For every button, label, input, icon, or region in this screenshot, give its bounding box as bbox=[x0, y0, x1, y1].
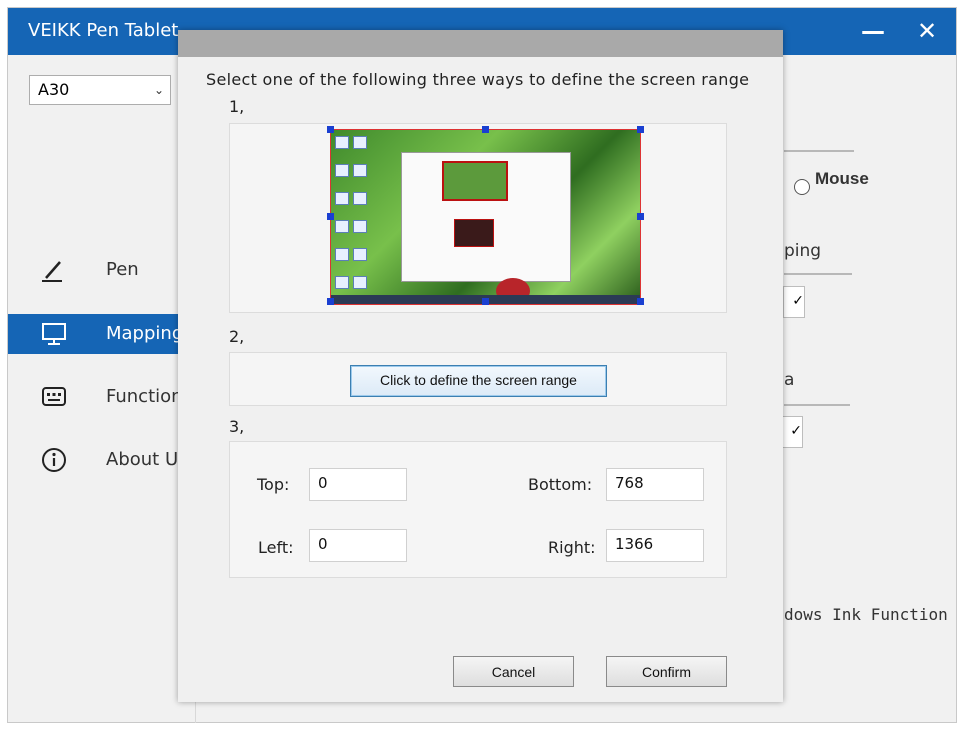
resize-handle-top-right[interactable] bbox=[637, 126, 644, 133]
windows-ink-label: dows Ink Function bbox=[784, 605, 948, 624]
left-label: Left: bbox=[258, 538, 294, 557]
resize-handle-top[interactable] bbox=[482, 126, 489, 133]
step-1-label: 1, bbox=[229, 97, 245, 116]
cancel-button[interactable]: Cancel bbox=[453, 656, 574, 687]
desktop-icons bbox=[333, 134, 377, 304]
left-input[interactable]: 0 bbox=[309, 529, 407, 562]
sidebar-item-label: Mapping bbox=[106, 323, 184, 344]
screen-range-dialog: Select one of the following three ways t… bbox=[178, 30, 783, 702]
step-2-label: 2, bbox=[229, 327, 245, 346]
right-label: Right: bbox=[548, 538, 596, 557]
dialog-title-bar[interactable] bbox=[178, 30, 783, 57]
resize-handle-bottom[interactable] bbox=[482, 298, 489, 305]
mapping-section-label: ping bbox=[784, 241, 822, 261]
top-input[interactable]: 0 bbox=[309, 468, 407, 501]
chevron-down-icon: ⌄ bbox=[153, 83, 164, 97]
info-icon bbox=[42, 448, 66, 472]
confirm-button[interactable]: Confirm bbox=[606, 656, 727, 687]
sidebar-item-function[interactable]: Function bbox=[8, 377, 196, 417]
resize-handle-bottom-left[interactable] bbox=[327, 298, 334, 305]
area-section-label: a bbox=[784, 370, 795, 390]
top-label: Top: bbox=[257, 475, 290, 494]
sidebar-item-label: About Us bbox=[106, 449, 188, 470]
resize-handle-right[interactable] bbox=[637, 213, 644, 220]
section-divider bbox=[784, 273, 852, 275]
sidebar-item-pen[interactable]: Pen bbox=[8, 250, 196, 290]
device-select-value: A30 bbox=[38, 80, 70, 99]
section-divider bbox=[784, 150, 854, 152]
bottom-label: Bottom: bbox=[528, 475, 593, 494]
close-button[interactable]: ✕ bbox=[910, 16, 944, 46]
mouse-radio[interactable] bbox=[794, 179, 810, 195]
section-divider bbox=[784, 404, 850, 406]
pen-icon bbox=[42, 261, 62, 282]
dialog-heading: Select one of the following three ways t… bbox=[206, 70, 750, 89]
app-title: VEIKK Pen Tablet bbox=[28, 20, 179, 41]
sidebar-item-mapping[interactable]: Mapping bbox=[8, 314, 196, 354]
preview-app-window bbox=[401, 152, 571, 282]
resize-handle-bottom-right[interactable] bbox=[637, 298, 644, 305]
keyboard-icon bbox=[42, 387, 66, 406]
resize-handle-left[interactable] bbox=[327, 213, 334, 220]
device-select[interactable]: A30 ⌄ bbox=[29, 75, 171, 105]
minimize-button[interactable]: — bbox=[856, 16, 890, 46]
mouse-label: Mouse bbox=[815, 169, 869, 188]
sidebar-item-label: Function bbox=[106, 386, 183, 407]
screen-preview[interactable] bbox=[330, 129, 641, 305]
monitor-icon bbox=[42, 323, 66, 345]
sidebar-item-label: Pen bbox=[106, 259, 139, 280]
define-screen-range-button[interactable]: Click to define the screen range bbox=[350, 365, 607, 397]
sidebar-item-about-us[interactable]: About Us bbox=[8, 440, 196, 480]
step-3-label: 3, bbox=[229, 417, 245, 436]
right-input[interactable]: 1366 bbox=[606, 529, 704, 562]
mapping-checkbox[interactable]: ✓ bbox=[783, 286, 805, 318]
area-checkbox[interactable]: ✓ bbox=[781, 416, 803, 448]
bottom-input[interactable]: 768 bbox=[606, 468, 704, 501]
resize-handle-top-left[interactable] bbox=[327, 126, 334, 133]
